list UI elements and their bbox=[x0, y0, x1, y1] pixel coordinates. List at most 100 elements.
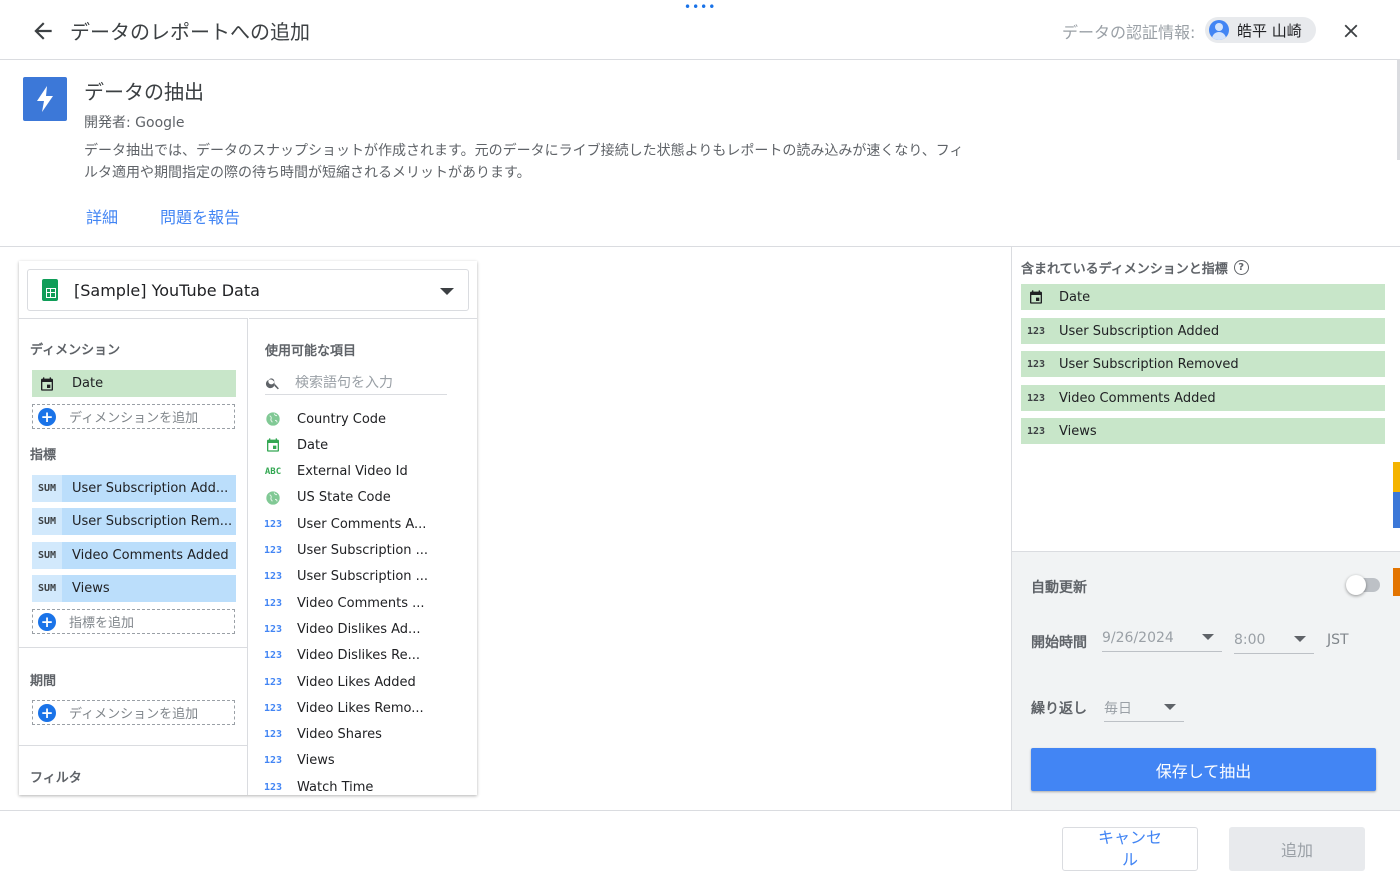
back-arrow-icon[interactable] bbox=[30, 18, 56, 44]
dimensions-label: ディメンション bbox=[30, 343, 121, 358]
start-hour-value: 8:00 bbox=[1234, 631, 1266, 648]
available-field[interactable]: Date bbox=[263, 434, 473, 456]
included-item[interactable]: 123 User Subscription Added bbox=[1021, 318, 1385, 344]
divider bbox=[0, 246, 1400, 247]
filter-label: フィルタ bbox=[30, 771, 82, 786]
lightning-icon bbox=[37, 86, 53, 112]
available-field[interactable]: 123 User Comments A... bbox=[263, 513, 473, 535]
cancel-button[interactable]: キャンセル bbox=[1062, 827, 1198, 871]
auto-update-label: 自動更新 bbox=[1031, 580, 1087, 596]
chevron-down-icon bbox=[1294, 636, 1306, 642]
included-item[interactable]: 123 Video Comments Added bbox=[1021, 385, 1385, 411]
available-field[interactable]: US State Code bbox=[263, 487, 473, 509]
available-field[interactable]: 123 User Subscription ... bbox=[263, 540, 473, 562]
number-icon: 123 bbox=[263, 650, 283, 662]
number-icon: 123 bbox=[263, 597, 283, 609]
chevron-down-icon bbox=[1202, 634, 1214, 640]
included-fields-label: 含まれているディメンションと指標 ? bbox=[1021, 258, 1249, 277]
number-icon: 123 bbox=[1026, 392, 1046, 404]
available-field[interactable]: ABC External Video Id bbox=[263, 461, 473, 483]
help-icon[interactable]: ? bbox=[1233, 260, 1249, 275]
available-field-label: Date bbox=[297, 437, 329, 453]
divider bbox=[0, 810, 1400, 811]
available-field[interactable]: Country Code bbox=[263, 408, 473, 430]
dialog-title: データのレポートへの追加 bbox=[70, 20, 310, 44]
included-item-label: User Subscription Added bbox=[1059, 323, 1220, 339]
calendar-icon bbox=[263, 437, 283, 453]
add-dimension-button[interactable]: + ディメンションを追加 bbox=[32, 404, 235, 429]
divider bbox=[19, 745, 248, 746]
dimension-chip-date[interactable]: Date bbox=[32, 370, 236, 397]
metric-chip[interactable]: SUM Video Comments Added bbox=[32, 542, 236, 569]
globe-icon bbox=[263, 411, 283, 427]
number-icon: 123 bbox=[1026, 325, 1046, 337]
metric-chip[interactable]: SUM User Subscription Add... bbox=[32, 475, 236, 502]
dimension-label: Date bbox=[72, 376, 104, 391]
avatar bbox=[1209, 20, 1229, 40]
add-dimension-label: ディメンションを追加 bbox=[69, 411, 199, 426]
add-period-dimension-button[interactable]: + ディメンションを追加 bbox=[32, 700, 235, 725]
available-field[interactable]: 123 Video Dislikes Re... bbox=[263, 645, 473, 667]
available-field[interactable]: 123 Video Dislikes Ad... bbox=[263, 618, 473, 640]
credentials-label: データの認証情報: bbox=[1062, 23, 1196, 42]
metric-chip[interactable]: SUM Views bbox=[32, 575, 236, 602]
data-source-name: [Sample] YouTube Data bbox=[74, 280, 260, 300]
start-date-value: 9/26/2024 bbox=[1102, 629, 1174, 646]
start-date-select[interactable]: 9/26/2024 bbox=[1102, 624, 1222, 652]
dialog-header: •••• データのレポートへの追加 データの認証情報: 皓平 山崎 bbox=[0, 0, 1400, 60]
save-and-extract-button[interactable]: 保存して抽出 bbox=[1031, 748, 1376, 791]
close-icon[interactable] bbox=[1340, 20, 1362, 42]
credentials-user-chip[interactable]: 皓平 山崎 bbox=[1205, 17, 1316, 43]
report-issue-link[interactable]: 問題を報告 bbox=[160, 204, 240, 228]
details-link[interactable]: 詳細 bbox=[86, 204, 118, 228]
included-item[interactable]: 123 Views bbox=[1021, 418, 1385, 444]
aggregation-badge[interactable]: SUM bbox=[32, 575, 62, 602]
available-field[interactable]: 123 User Subscription ... bbox=[263, 566, 473, 588]
aggregation-badge[interactable]: SUM bbox=[32, 508, 62, 535]
included-item-label: Views bbox=[1059, 423, 1097, 439]
field-search bbox=[265, 371, 447, 395]
calendar-icon bbox=[1021, 289, 1051, 305]
connector-developer: 開発者: Google bbox=[84, 115, 185, 131]
globe-icon bbox=[263, 490, 283, 506]
number-icon: 123 bbox=[263, 676, 283, 688]
available-field[interactable]: 123 Video Shares bbox=[263, 724, 473, 746]
available-field-label: Watch Time bbox=[297, 779, 374, 795]
number-icon: 123 bbox=[263, 623, 283, 635]
background-edge bbox=[1393, 492, 1400, 528]
data-source-select[interactable]: [Sample] YouTube Data bbox=[27, 269, 469, 311]
aggregation-badge[interactable]: SUM bbox=[32, 475, 62, 502]
available-field-label: Video Dislikes Re... bbox=[297, 648, 420, 664]
metric-chip[interactable]: SUM User Subscription Rem... bbox=[32, 508, 236, 535]
metric-label: Video Comments Added bbox=[72, 548, 229, 563]
included-fields-title: 含まれているディメンションと指標 bbox=[1021, 262, 1228, 277]
available-field-label: Video Likes Added bbox=[297, 674, 416, 690]
start-hour-select[interactable]: 8:00 bbox=[1234, 626, 1314, 654]
repeat-label: 繰り返し bbox=[1031, 701, 1087, 717]
repeat-select[interactable]: 毎日 bbox=[1104, 694, 1184, 722]
auto-update-toggle[interactable] bbox=[1346, 575, 1380, 595]
search-input[interactable] bbox=[295, 374, 435, 391]
included-item-label: User Subscription Removed bbox=[1059, 356, 1239, 372]
included-item-label: Video Comments Added bbox=[1059, 390, 1216, 406]
included-item[interactable]: Date bbox=[1021, 284, 1385, 310]
available-field[interactable]: 123 Views bbox=[263, 750, 473, 772]
number-icon: 123 bbox=[263, 545, 283, 556]
number-icon: 123 bbox=[263, 571, 283, 583]
add-metric-label: 指標を追加 bbox=[69, 616, 135, 631]
included-item[interactable]: 123 User Subscription Removed bbox=[1021, 351, 1385, 377]
available-field-label: Video Dislikes Ad... bbox=[297, 621, 421, 637]
metric-label: User Subscription Rem... bbox=[72, 514, 233, 529]
available-field[interactable]: 123 Video Comments ... bbox=[263, 592, 473, 614]
available-field[interactable]: 123 Video Likes Remo... bbox=[263, 697, 473, 719]
aggregation-badge[interactable]: SUM bbox=[32, 542, 62, 569]
add-button[interactable]: 追加 bbox=[1229, 827, 1365, 871]
available-field[interactable]: 123 Watch Time bbox=[263, 776, 473, 795]
number-icon: 123 bbox=[263, 755, 283, 767]
add-metric-button[interactable]: + 指標を追加 bbox=[32, 609, 235, 634]
drag-handle[interactable]: •••• bbox=[684, 1, 716, 13]
available-field-label: US State Code bbox=[297, 490, 391, 506]
available-field-label: User Comments A... bbox=[297, 516, 427, 532]
available-field[interactable]: 123 Video Likes Added bbox=[263, 671, 473, 693]
chevron-down-icon bbox=[440, 288, 454, 295]
